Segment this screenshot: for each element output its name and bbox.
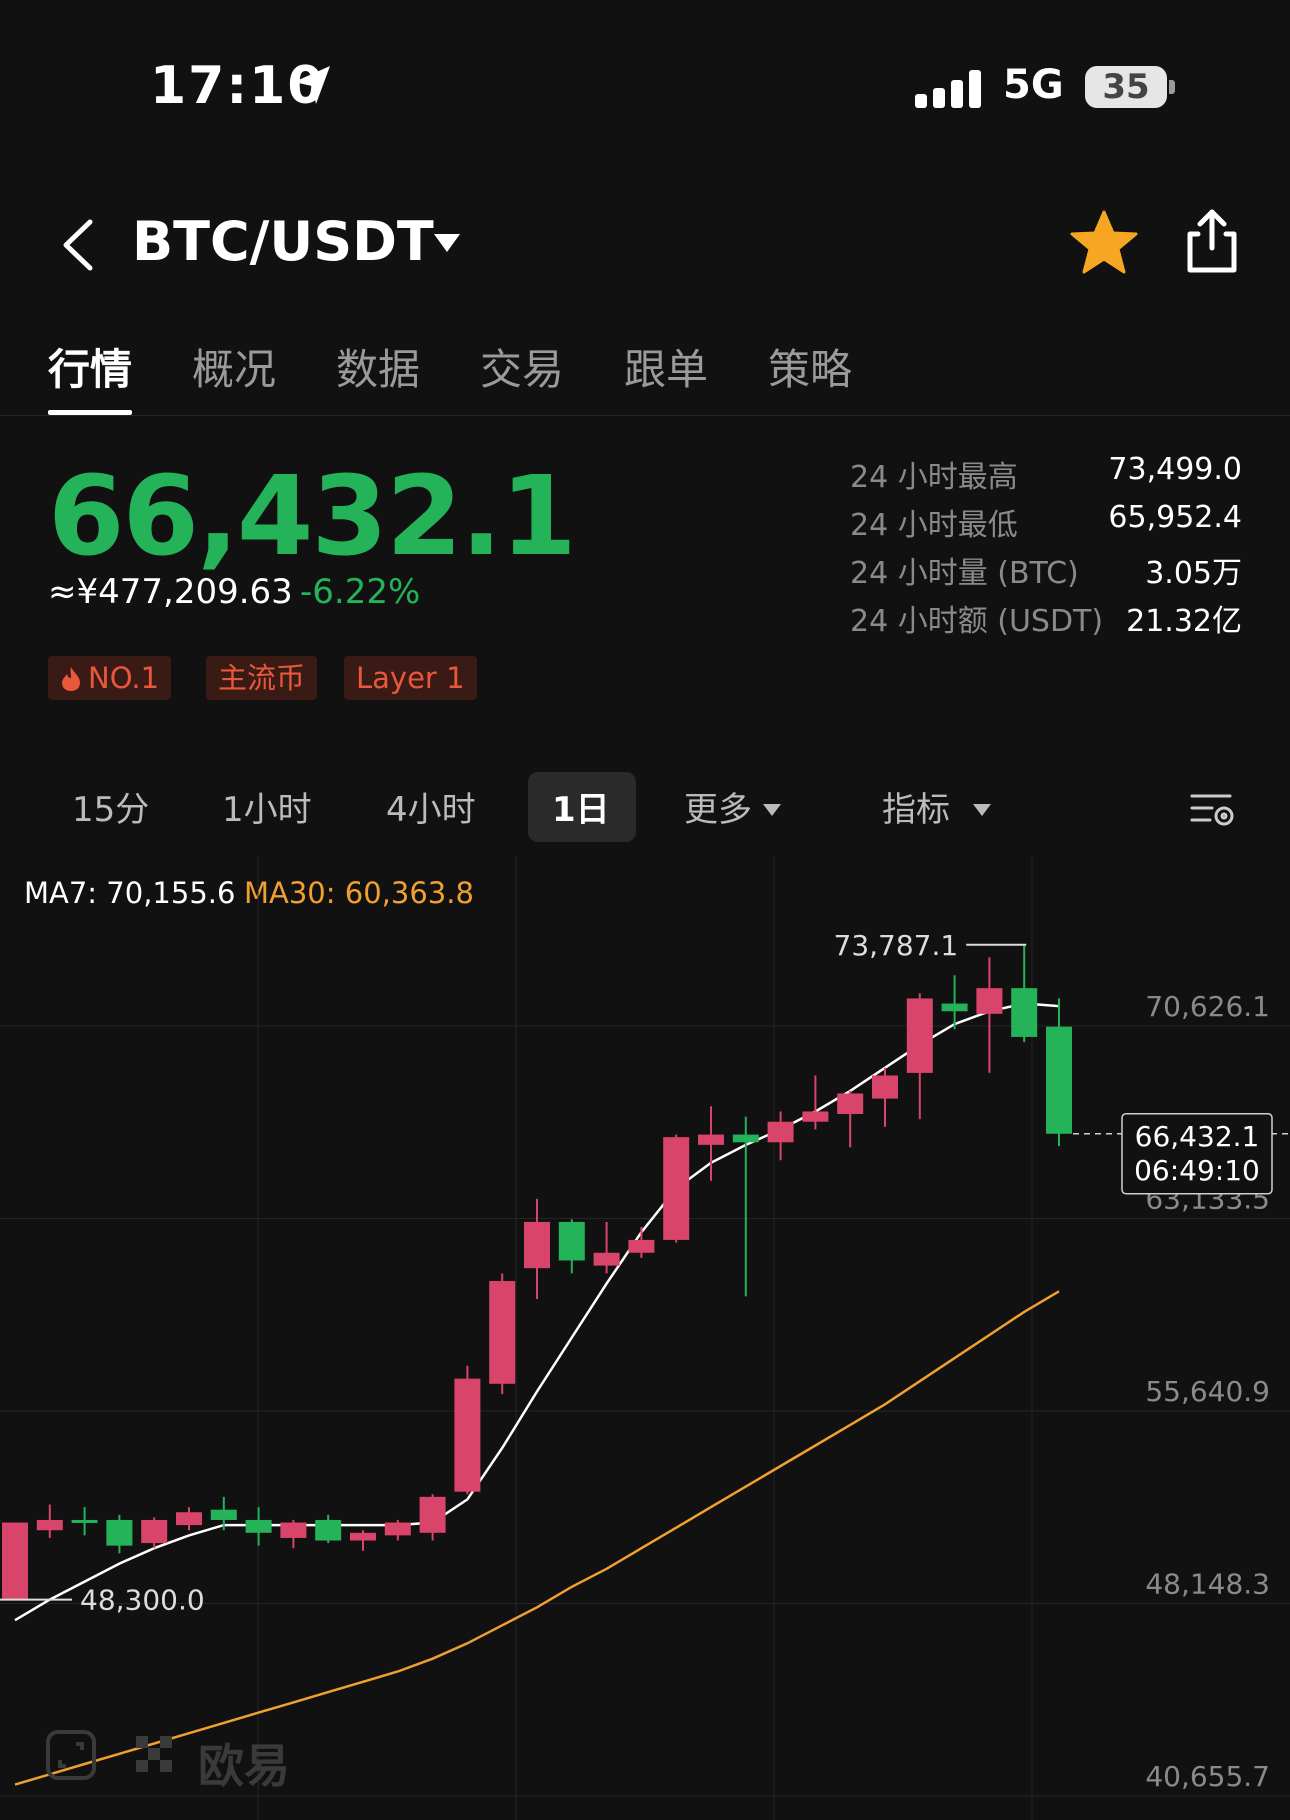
tab-strategy[interactable]: 策略 bbox=[768, 336, 852, 397]
candle-body bbox=[141, 1519, 168, 1544]
ma30-line bbox=[14, 1290, 1060, 1786]
layer1-badge[interactable]: Layer 1 bbox=[344, 656, 477, 700]
stat-value: 3.05万 bbox=[1145, 556, 1242, 591]
caret-down-icon bbox=[763, 804, 781, 816]
candle-body bbox=[1046, 1026, 1072, 1134]
indicator-dropdown[interactable]: 指标 bbox=[882, 782, 992, 831]
y-tick-label: 48,148.3 bbox=[1145, 1568, 1270, 1601]
candle-body bbox=[698, 1134, 724, 1145]
mainstream-badge[interactable]: 主流币 bbox=[206, 656, 318, 700]
timeframe-15m[interactable]: 15分 bbox=[72, 782, 149, 831]
timeframe-bar: 15分 1小时 4小时 1日 更多 指标 bbox=[0, 770, 1290, 844]
candle-body bbox=[71, 1519, 98, 1523]
rank-badge-label: NO.1 bbox=[88, 661, 160, 695]
candle-body bbox=[837, 1093, 864, 1115]
current-price-label: 66,432.1 bbox=[1135, 1120, 1260, 1153]
more-label: 更多 bbox=[684, 790, 752, 830]
candle-body bbox=[280, 1522, 307, 1538]
y-tick-label: 70,626.1 bbox=[1145, 990, 1270, 1023]
fire-icon bbox=[62, 667, 80, 691]
stat-label: 24 小时量 (BTC) bbox=[850, 556, 1079, 591]
status-bar: 17:10 5G 35 bbox=[0, 0, 1290, 150]
candle-body bbox=[663, 1137, 690, 1240]
tab-overview[interactable]: 概况 bbox=[192, 336, 276, 397]
candle-body bbox=[524, 1221, 550, 1269]
candle-body bbox=[976, 988, 1003, 1014]
tab-bar: 行情 概况 数据 交易 跟单 策略 bbox=[0, 330, 1290, 416]
change-percent: -6.22% bbox=[300, 572, 421, 612]
star-icon[interactable] bbox=[1070, 210, 1138, 274]
stat-value: 73,499.0 bbox=[1108, 452, 1242, 487]
candle-body bbox=[489, 1281, 516, 1384]
indicator-label: 指标 bbox=[882, 790, 950, 830]
stat-label: 24 小时最高 bbox=[850, 460, 1018, 495]
location-arrow-icon bbox=[294, 66, 330, 104]
low-marker-label: 48,300.0 bbox=[80, 1584, 205, 1617]
candle-body bbox=[210, 1509, 237, 1520]
chart-settings-icon[interactable] bbox=[1190, 790, 1236, 830]
cny-price: ≈¥477,209.63 bbox=[48, 572, 293, 612]
candle-body bbox=[732, 1134, 759, 1143]
candle-body bbox=[36, 1519, 63, 1531]
network-label: 5G bbox=[1003, 62, 1064, 108]
tab-data[interactable]: 数据 bbox=[336, 336, 420, 397]
y-tick-label: 40,655.7 bbox=[1145, 1760, 1270, 1793]
back-icon[interactable] bbox=[56, 216, 100, 274]
candlestick-chart[interactable]: MA7: 70,155.6 MA30: 60,363.8 70,626.1 63,… bbox=[0, 856, 1290, 1820]
okx-watermark: 欧易 bbox=[44, 1726, 304, 1793]
share-icon[interactable] bbox=[1184, 208, 1240, 274]
high-marker-label: 73,787.1 bbox=[834, 929, 959, 962]
candle-body bbox=[593, 1252, 620, 1266]
last-price: 66,432.1 bbox=[48, 452, 577, 580]
caret-down-icon bbox=[973, 804, 991, 816]
tab-market[interactable]: 行情 bbox=[48, 336, 132, 397]
candle-body bbox=[872, 1075, 898, 1099]
candle-body bbox=[2, 1522, 28, 1600]
candle-body bbox=[419, 1496, 446, 1533]
ma7-line bbox=[14, 1002, 1060, 1622]
candle-body bbox=[384, 1522, 411, 1536]
chart-canvas: 70,626.163,133.555,640.948,148.340,655.7… bbox=[0, 856, 1290, 1820]
battery-level: 35 bbox=[1102, 67, 1150, 107]
candle-body bbox=[176, 1512, 202, 1526]
timeframe-1h[interactable]: 1小时 bbox=[222, 782, 312, 831]
header: BTC/USDT bbox=[0, 190, 1290, 290]
stat-row: 24 小时最高 73,499.0 bbox=[850, 446, 1242, 495]
stat-value: 21.32亿 bbox=[1126, 604, 1242, 639]
candle-body bbox=[802, 1111, 829, 1122]
y-tick-label: 55,640.9 bbox=[1145, 1375, 1270, 1408]
tab-trade[interactable]: 交易 bbox=[480, 336, 564, 397]
candle-body bbox=[315, 1519, 342, 1541]
more-dropdown[interactable]: 更多 bbox=[684, 782, 782, 831]
stat-value: 65,952.4 bbox=[1108, 500, 1242, 535]
candle-body bbox=[767, 1121, 794, 1143]
pair-title[interactable]: BTC/USDT bbox=[132, 210, 434, 273]
stat-row: 24 小时量 (BTC) 3.05万 bbox=[850, 542, 1242, 591]
candle-body bbox=[454, 1378, 481, 1492]
timeframe-1d[interactable]: 1日 bbox=[552, 782, 610, 831]
stat-row: 24 小时额 (USDT) 21.32亿 bbox=[850, 590, 1242, 639]
stat-label: 24 小时额 (USDT) bbox=[850, 604, 1104, 639]
watermark-text: 欧易 bbox=[198, 1739, 290, 1793]
rank-badge[interactable]: NO.1 bbox=[48, 656, 172, 700]
signal-icon bbox=[915, 70, 981, 108]
stat-label: 24 小时最低 bbox=[850, 508, 1018, 543]
stats-panel: 24 小时最高 73,499.0 24 小时最低 65,952.4 24 小时量… bbox=[850, 446, 1242, 639]
candle-body bbox=[1011, 988, 1038, 1037]
timeframe-4h[interactable]: 4小时 bbox=[386, 782, 476, 831]
caret-down-icon[interactable] bbox=[432, 232, 462, 254]
candle-body bbox=[906, 998, 933, 1073]
tab-copy-trading[interactable]: 跟单 bbox=[624, 336, 708, 397]
candle-body bbox=[941, 1003, 968, 1012]
candle-body bbox=[350, 1532, 376, 1541]
tab-active-indicator bbox=[48, 410, 132, 415]
candle-body bbox=[558, 1221, 585, 1261]
countdown-label: 06:49:10 bbox=[1134, 1154, 1260, 1187]
candle-body bbox=[245, 1519, 272, 1533]
stat-row: 24 小时最低 65,952.4 bbox=[850, 494, 1242, 543]
candle-body bbox=[628, 1239, 655, 1253]
candle-body bbox=[106, 1519, 133, 1546]
battery-tip bbox=[1169, 80, 1175, 94]
